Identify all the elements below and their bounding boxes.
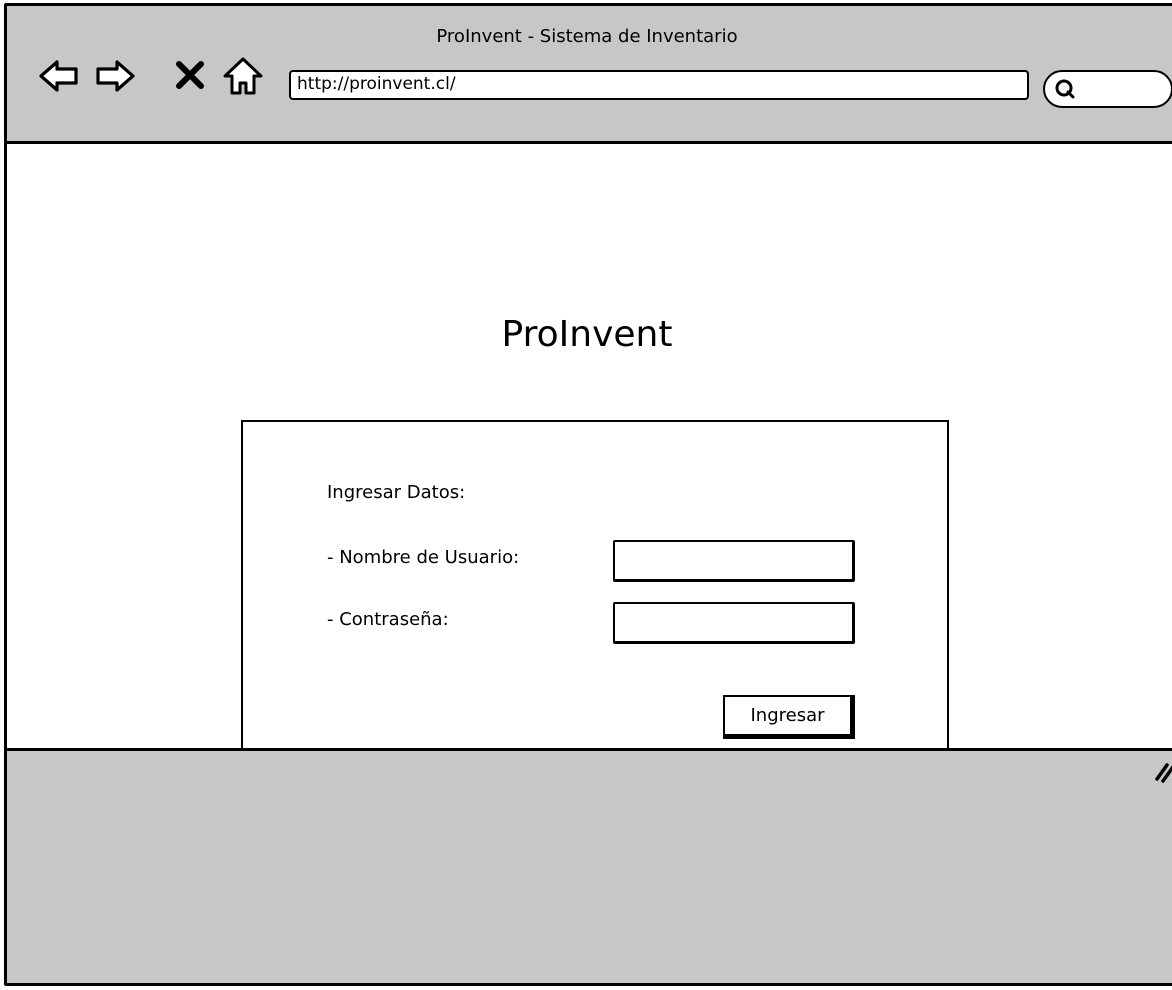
browser-window: ProInvent - Sistema de Inventario http:/… — [4, 3, 1172, 986]
address-bar[interactable]: http://proinvent.cl/ — [289, 70, 1029, 100]
search-icon — [1055, 79, 1075, 99]
close-icon — [176, 61, 204, 89]
home-button[interactable] — [221, 54, 265, 98]
username-label: - Nombre de Usuario: — [327, 547, 520, 568]
username-field[interactable] — [613, 540, 855, 582]
stop-button[interactable] — [173, 58, 207, 92]
back-arrow-icon — [39, 60, 78, 92]
window-title: ProInvent - Sistema de Inventario — [436, 26, 738, 47]
form-heading: Ingresar Datos: — [327, 482, 466, 503]
home-icon — [223, 57, 263, 95]
back-button[interactable] — [37, 54, 81, 98]
status-bar — [7, 748, 1172, 983]
forward-button[interactable] — [93, 54, 137, 98]
password-label: - Contraseña: — [327, 609, 449, 630]
login-panel: Ingresar Datos: - Nombre de Usuario: - C… — [241, 420, 949, 767]
page-content: ProInvent Ingresar Datos: - Nombre de Us… — [7, 144, 1172, 767]
resize-grip-icon[interactable] — [1153, 759, 1172, 783]
forward-arrow-icon — [96, 60, 135, 92]
browser-toolbar: ProInvent - Sistema de Inventario http:/… — [7, 6, 1172, 144]
page-title: ProInvent — [501, 314, 673, 355]
search-input[interactable] — [1043, 70, 1172, 108]
password-field[interactable] — [613, 602, 855, 644]
login-button[interactable]: Ingresar — [723, 695, 855, 739]
